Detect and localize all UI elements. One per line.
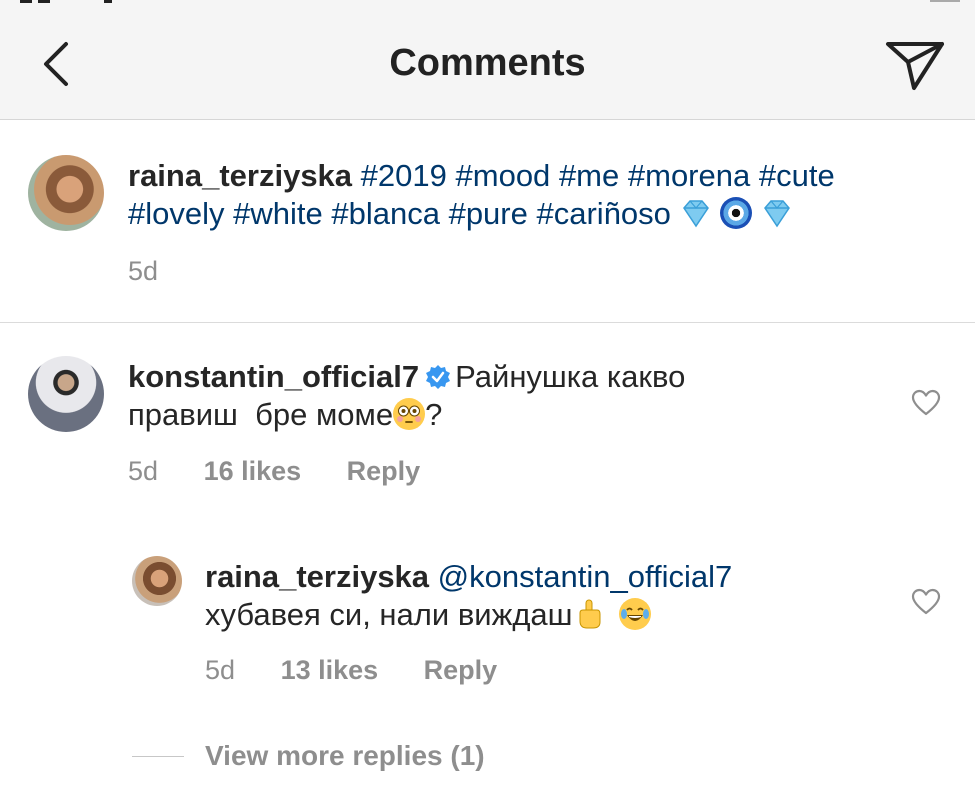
- view-more-divider: [132, 756, 184, 757]
- username[interactable]: raina_terziyska: [205, 559, 429, 594]
- paper-plane-icon: [886, 42, 944, 90]
- caption-meta: 5d: [128, 256, 158, 287]
- username[interactable]: raina_terziyska: [128, 158, 352, 193]
- avatar[interactable]: [28, 356, 104, 432]
- hashtag[interactable]: #cariñoso: [537, 196, 671, 231]
- flushed-face-emoji: [393, 398, 426, 430]
- view-more-replies-button[interactable]: View more replies (1): [205, 740, 485, 772]
- timestamp: 5d: [128, 256, 159, 286]
- status-bar-edge: [0, 0, 975, 8]
- likes-count[interactable]: 16 likes: [204, 456, 302, 487]
- hashtag[interactable]: #cute: [759, 158, 835, 193]
- hashtag[interactable]: #2019: [361, 158, 447, 193]
- timestamp: 5d: [128, 456, 159, 486]
- avatar[interactable]: [132, 556, 182, 606]
- divider: [0, 322, 975, 323]
- gem-emoji: [763, 200, 790, 228]
- mention-link[interactable]: @konstantin_official7: [438, 559, 733, 594]
- comment-body: правиш бре моме: [128, 397, 394, 432]
- reply-text: raina_terziyska @konstantin_official7 ху…: [205, 558, 905, 634]
- verified-badge-icon: [426, 365, 451, 389]
- timestamp: 5d: [205, 655, 236, 685]
- comment-body-end: ?: [425, 397, 443, 432]
- reply-button[interactable]: Reply: [424, 655, 498, 686]
- page-title: Comments: [389, 42, 586, 84]
- like-button[interactable]: [911, 588, 941, 616]
- heart-icon: [911, 389, 941, 416]
- reply-meta: 5d 13 likes Reply: [205, 655, 497, 686]
- comment-meta: 5d 16 likes Reply: [128, 456, 420, 487]
- tears-of-joy-emoji: [619, 598, 652, 630]
- caption-text: raina_terziyska #2019 #mood #me #morena …: [128, 157, 948, 233]
- likes-count[interactable]: 13 likes: [281, 655, 379, 686]
- nazar-amulet-emoji: [720, 197, 753, 229]
- avatar[interactable]: [28, 155, 104, 231]
- reply-button[interactable]: Reply: [347, 456, 421, 487]
- share-button[interactable]: [884, 40, 946, 92]
- gem-emoji: [682, 200, 709, 228]
- hashtag[interactable]: #mood: [456, 158, 551, 193]
- navigation-bar: Comments: [0, 0, 975, 120]
- comment-body: Райнушка какво: [455, 359, 686, 394]
- hashtag[interactable]: #pure: [449, 196, 528, 231]
- pointing-up-emoji: [579, 599, 601, 629]
- like-button[interactable]: [911, 389, 941, 417]
- hashtag[interactable]: #white: [233, 196, 323, 231]
- heart-icon: [911, 588, 941, 615]
- username[interactable]: konstantin_official7: [128, 359, 419, 394]
- hashtag[interactable]: #me: [559, 158, 619, 193]
- hashtag[interactable]: #blanca: [331, 196, 440, 231]
- comment-text: konstantin_official7 Райнушка какво прав…: [128, 358, 888, 434]
- hashtag[interactable]: #morena: [628, 158, 750, 193]
- hashtag[interactable]: #lovely: [128, 196, 225, 231]
- reply-body: хубавея си, нали виждаш: [205, 597, 573, 632]
